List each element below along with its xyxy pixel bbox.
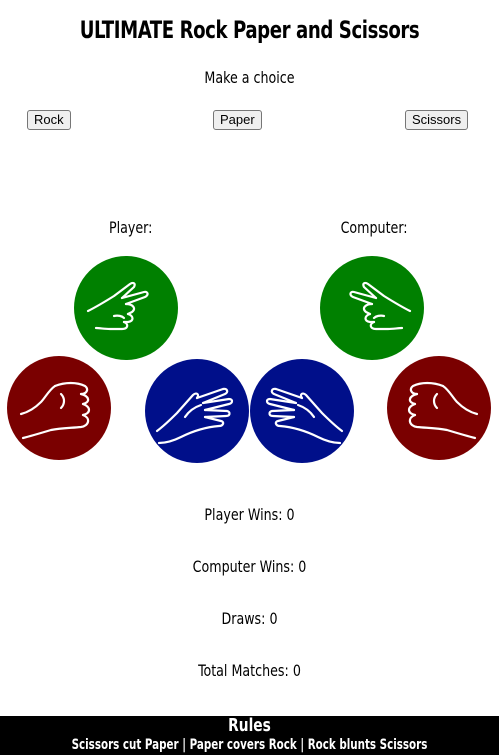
total-matches: Total Matches: 0 [198, 661, 301, 680]
computer-paper-icon[interactable] [250, 359, 354, 463]
computer-rock-icon[interactable] [387, 356, 491, 460]
player-rock-icon[interactable] [7, 356, 111, 460]
computer-scissors-icon[interactable] [320, 256, 424, 360]
choice-prompt: Make a choice [204, 68, 295, 87]
paper-button[interactable]: Paper [213, 110, 262, 130]
scissors-button[interactable]: Scissors [405, 110, 469, 130]
draws-count: Draws: 0 [221, 609, 278, 628]
rules-text: Scissors cut Paper | Paper covers Rock |… [71, 737, 428, 753]
rock-button[interactable]: Rock [27, 110, 71, 130]
player-scissors-icon[interactable] [74, 256, 178, 360]
player-label: Player: [108, 218, 153, 237]
player-paper-icon[interactable] [145, 359, 249, 463]
rules-title: Rules [228, 715, 271, 736]
page-title: ULTIMATE Rock Paper and Scissors [79, 16, 420, 44]
rules-footer: Rules Scissors cut Paper | Paper covers … [0, 716, 499, 755]
computer-wins: Computer Wins: 0 [192, 557, 307, 576]
player-wins: Player Wins: 0 [204, 505, 295, 524]
computer-label: Computer: [340, 218, 408, 237]
